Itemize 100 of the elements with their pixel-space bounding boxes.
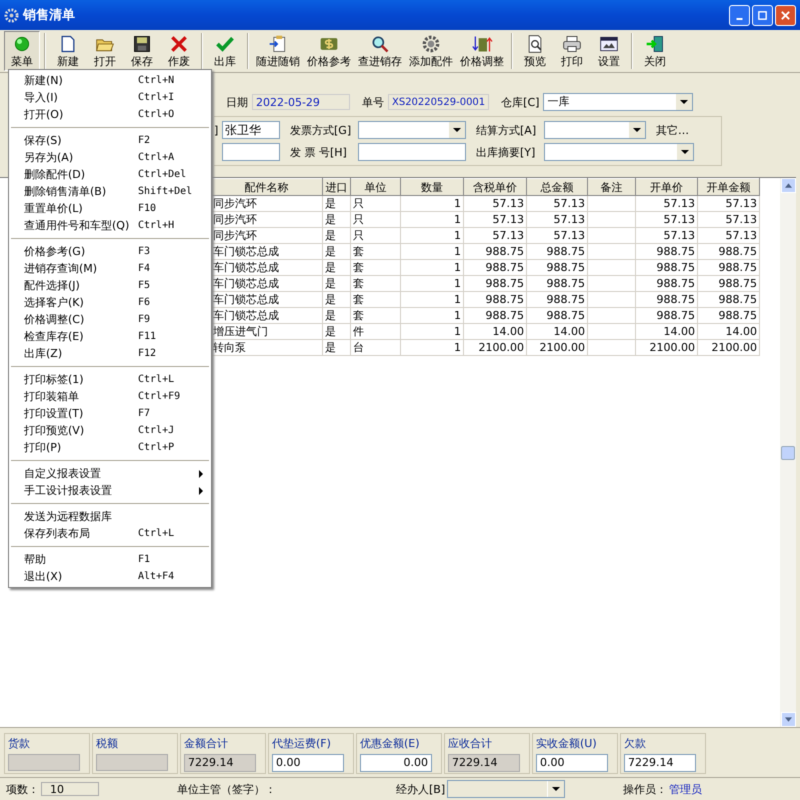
- menu-item[interactable]: 进销存查询(M) F4: [9, 260, 211, 277]
- toolbar-button[interactable]: 随进随销: [253, 31, 303, 71]
- menu-item[interactable]: 打开(O) Ctrl+O: [9, 106, 211, 123]
- vertical-scrollbar[interactable]: [780, 178, 796, 727]
- menu-item[interactable]: 新建(N) Ctrl+N: [9, 72, 211, 89]
- table-cell: [588, 308, 636, 324]
- menu-item[interactable]: 选择客户(K) F6: [9, 294, 211, 311]
- menu-item[interactable]: 打印预览(V) Ctrl+J: [9, 422, 211, 439]
- toolbar-button[interactable]: 打印: [554, 31, 590, 71]
- table-cell: 是: [322, 324, 350, 340]
- column-header[interactable]: 进口: [322, 178, 350, 196]
- menu-item[interactable]: 打印设置(T) F7: [9, 405, 211, 422]
- menu-item[interactable]: 保存列表布局 Ctrl+L: [9, 525, 211, 542]
- date-label: 日期: [226, 94, 248, 110]
- dollar-arrows-icon: [471, 34, 493, 54]
- menu-item[interactable]: 查通用件号和车型(Q) Ctrl+H: [9, 217, 211, 234]
- table-cell: 2100.00: [698, 340, 760, 356]
- table-cell: 57.13: [636, 228, 698, 244]
- settlement-label: 结算方式[A]: [476, 122, 538, 138]
- table-cell: 是: [322, 340, 350, 356]
- table-cell: 14.00: [526, 324, 588, 340]
- toolbar-button[interactable]: 添加配件: [406, 31, 456, 71]
- total-field[interactable]: 7229.14: [624, 754, 696, 772]
- invoice-type-dropdown[interactable]: [358, 121, 466, 139]
- table-cell: 只: [350, 228, 400, 244]
- toolbar-button[interactable]: 出库: [207, 31, 243, 71]
- column-header[interactable]: 开单金额: [698, 178, 760, 196]
- menu-item[interactable]: 打印装箱单 Ctrl+F9: [9, 388, 211, 405]
- table-cell: 988.75: [526, 276, 588, 292]
- menu-item[interactable]: 自定义报表设置: [9, 465, 211, 482]
- menu-item[interactable]: 配件选择(J) F5: [9, 277, 211, 294]
- table-cell: 是: [322, 260, 350, 276]
- menu-item[interactable]: 打印(P) Ctrl+P: [9, 439, 211, 456]
- settlement-dropdown[interactable]: [544, 121, 646, 139]
- minimize-button[interactable]: [729, 4, 750, 26]
- warehouse-label: 仓库[C]: [501, 94, 540, 110]
- gear-icon: [420, 34, 442, 54]
- table-cell: 只: [350, 212, 400, 228]
- menu-item[interactable]: 另存为(A) Ctrl+A: [9, 149, 211, 166]
- menu-item[interactable]: 退出(X) Alt+F4: [9, 568, 211, 585]
- maximize-button[interactable]: [752, 4, 773, 26]
- table-cell: 1: [400, 276, 464, 292]
- toolbar-button[interactable]: 菜单: [4, 31, 40, 71]
- menu-item[interactable]: 打印标签(1) Ctrl+L: [9, 371, 211, 388]
- close-icon: [780, 10, 791, 20]
- toolbar-button[interactable]: 查进销存: [355, 31, 405, 71]
- other-link[interactable]: 其它…: [656, 122, 689, 138]
- table-cell: 只: [350, 196, 400, 212]
- input-field[interactable]: [222, 143, 280, 161]
- menu-item[interactable]: 检查库存(E) F11: [9, 328, 211, 345]
- table-cell: 1: [400, 244, 464, 260]
- customer-field[interactable]: 张卫华: [222, 121, 280, 139]
- menu-item[interactable]: 出库(Z) F12: [9, 345, 211, 362]
- column-header[interactable]: 配件名称: [210, 178, 322, 196]
- total-field[interactable]: 0.00: [536, 754, 608, 772]
- column-header[interactable]: 总金额: [526, 178, 588, 196]
- toolbar-button[interactable]: 设置: [591, 31, 627, 71]
- table-cell: [588, 260, 636, 276]
- table-cell: 是: [322, 292, 350, 308]
- total-field[interactable]: 0.00: [360, 754, 432, 772]
- table-cell: 988.75: [698, 292, 760, 308]
- toolbar-button[interactable]: 关闭: [637, 31, 673, 71]
- toolbar-button[interactable]: 新建: [50, 31, 86, 71]
- close-button[interactable]: [775, 4, 796, 26]
- column-header[interactable]: 数量: [400, 178, 464, 196]
- column-header[interactable]: 开单价: [636, 178, 698, 196]
- menu-item[interactable]: 重置单价(L) F10: [9, 200, 211, 217]
- summary-dropdown[interactable]: [544, 143, 694, 161]
- menu-item[interactable]: 价格参考(G) F3: [9, 243, 211, 260]
- minimize-icon: [736, 18, 743, 20]
- column-header[interactable]: 含税单价: [464, 178, 526, 196]
- column-header[interactable]: 单位: [350, 178, 400, 196]
- column-header[interactable]: 备注: [588, 178, 636, 196]
- menu-item[interactable]: 发送为远程数据库: [9, 508, 211, 525]
- scroll-thumb[interactable]: [781, 446, 795, 460]
- table-cell: 988.75: [464, 244, 526, 260]
- menu-item[interactable]: 保存(S) F2: [9, 132, 211, 149]
- menu-item[interactable]: 手工设计报表设置: [9, 482, 211, 499]
- invoice-number-field[interactable]: [358, 143, 466, 161]
- toolbar-button[interactable]: 预览: [517, 31, 553, 71]
- toolbar-button[interactable]: 价格参考: [304, 31, 354, 71]
- warehouse-dropdown[interactable]: 一库: [543, 93, 694, 111]
- table-cell: 57.13: [464, 196, 526, 212]
- table-cell: 套: [350, 276, 400, 292]
- table-cell: 57.13: [636, 212, 698, 228]
- table-cell: 套: [350, 292, 400, 308]
- menu-item[interactable]: 删除销售清单(B) Shift+Del: [9, 183, 211, 200]
- table-cell: 57.13: [526, 212, 588, 228]
- table-cell: 988.75: [526, 260, 588, 276]
- toolbar-button[interactable]: 作废: [161, 31, 197, 71]
- menu-item[interactable]: 帮助 F1: [9, 551, 211, 568]
- total-field[interactable]: 0.00: [272, 754, 344, 772]
- toolbar-button[interactable]: 价格调整: [457, 31, 507, 71]
- dropdown-arrow-icon: [680, 100, 688, 104]
- handler-dropdown[interactable]: [447, 780, 566, 798]
- table-cell: 2100.00: [526, 340, 588, 356]
- menu-item[interactable]: 价格调整(C) F9: [9, 311, 211, 328]
- menu-item[interactable]: 删除配件(D) Ctrl+Del: [9, 166, 211, 183]
- dropdown-arrow-icon: [453, 128, 461, 132]
- menu-item[interactable]: 导入(I) Ctrl+I: [9, 89, 211, 106]
